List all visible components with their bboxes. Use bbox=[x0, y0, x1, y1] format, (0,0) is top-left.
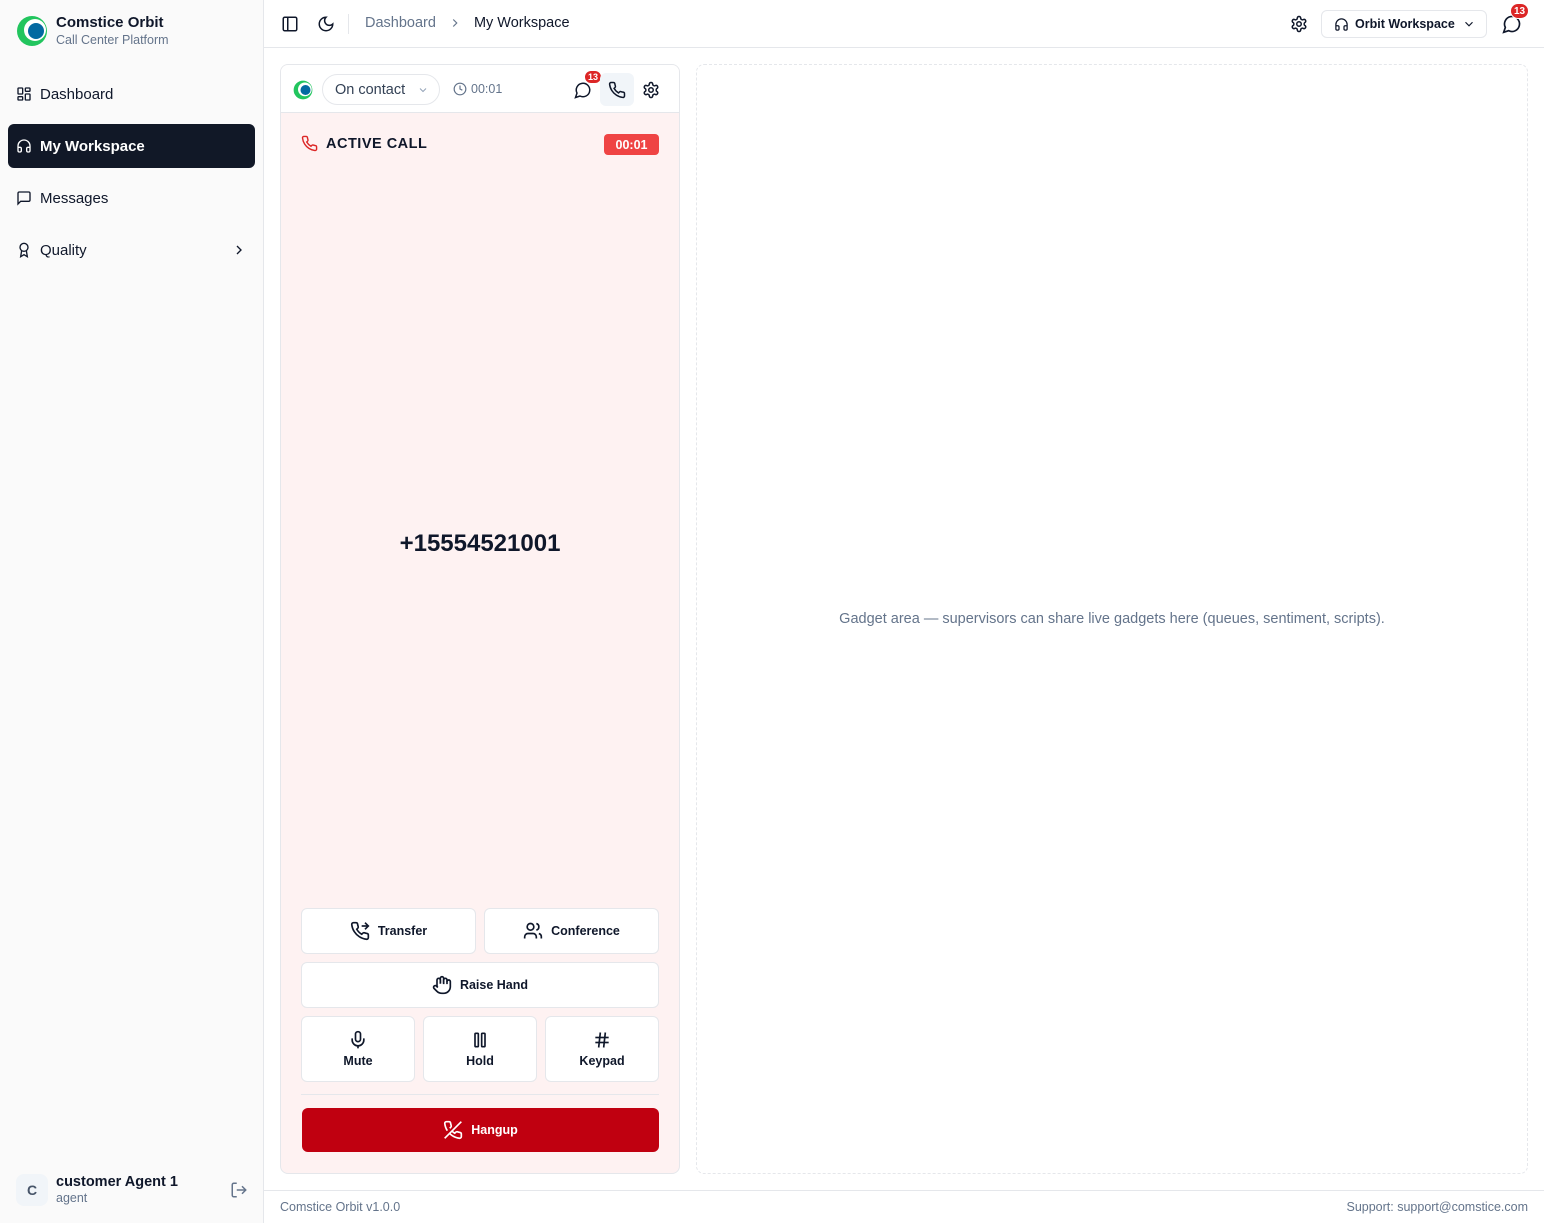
hand-icon bbox=[432, 975, 452, 995]
user-profile: C customer Agent 1 agent bbox=[16, 1173, 248, 1207]
sidebar-item-quality[interactable]: Quality bbox=[8, 228, 255, 272]
users-icon bbox=[523, 921, 543, 941]
footer: Comstice Orbit v1.0.0 Support: support@c… bbox=[264, 1190, 1544, 1223]
message-square-icon bbox=[16, 190, 32, 206]
agent-status-value: On contact bbox=[335, 81, 406, 98]
sidebar-item-my-workspace[interactable]: My Workspace bbox=[8, 124, 255, 168]
sidebar-item-label: Messages bbox=[40, 189, 109, 207]
phone-off-icon bbox=[443, 1120, 463, 1140]
sidebar-nav: Dashboard My Workspace Messages Quality bbox=[8, 72, 255, 280]
notification-count-badge: 13 bbox=[1510, 3, 1530, 19]
divider bbox=[348, 14, 349, 34]
keypad-button[interactable]: Keypad bbox=[545, 1016, 659, 1082]
layout-grid-icon bbox=[16, 86, 32, 102]
headphones-icon bbox=[16, 138, 32, 154]
pause-icon bbox=[470, 1030, 490, 1050]
softphone-panel: On contact 00:01 13 ACTIVE CALL 00:01 +1… bbox=[280, 64, 680, 1174]
status-timer: 00:01 bbox=[453, 82, 502, 96]
active-call-title: ACTIVE CALL bbox=[326, 135, 428, 152]
mute-label: Mute bbox=[343, 1054, 373, 1068]
brand-title: Comstice Orbit bbox=[56, 14, 164, 31]
gadget-placeholder-text: Gadget area — supervisors can share live… bbox=[839, 611, 1385, 627]
clock-icon bbox=[453, 82, 467, 96]
softphone-settings-button[interactable] bbox=[634, 73, 668, 106]
phone-icon bbox=[301, 135, 318, 152]
hangup-button[interactable]: Hangup bbox=[302, 1108, 659, 1152]
status-timer-value: 00:01 bbox=[471, 82, 503, 96]
phone-forwarded-icon bbox=[350, 921, 370, 941]
user-name: customer Agent 1 bbox=[56, 1174, 178, 1190]
sidebar-item-label: Dashboard bbox=[40, 85, 114, 103]
sidebar-item-dashboard[interactable]: Dashboard bbox=[8, 72, 255, 116]
phone-icon bbox=[608, 81, 626, 99]
breadcrumb: Dashboard My Workspace bbox=[365, 15, 570, 31]
chevron-right-icon bbox=[448, 16, 462, 30]
user-role: agent bbox=[56, 1191, 88, 1205]
sidebar-item-messages[interactable]: Messages bbox=[8, 176, 255, 220]
avatar[interactable]: C bbox=[16, 1174, 48, 1206]
conference-label: Conference bbox=[551, 924, 620, 938]
sidebar: Comstice Orbit Call Center Platform Dash… bbox=[0, 0, 264, 1223]
award-icon bbox=[16, 242, 32, 258]
hold-button[interactable]: Hold bbox=[423, 1016, 537, 1082]
logout-icon[interactable] bbox=[230, 1181, 248, 1199]
divider bbox=[301, 1094, 659, 1095]
sidebar-item-label: My Workspace bbox=[40, 137, 145, 155]
comstice-logo-icon bbox=[16, 15, 48, 47]
microphone-icon bbox=[348, 1030, 368, 1050]
comstice-logo-icon bbox=[293, 80, 313, 100]
workspace-switcher-label: Orbit Workspace bbox=[1355, 17, 1455, 31]
hangup-label: Hangup bbox=[471, 1123, 518, 1137]
chevron-down-icon bbox=[1462, 17, 1476, 31]
active-call-header: ACTIVE CALL bbox=[301, 135, 427, 152]
mute-button[interactable]: Mute bbox=[301, 1016, 415, 1082]
breadcrumb-current: My Workspace bbox=[473, 15, 570, 31]
conference-button[interactable]: Conference bbox=[484, 908, 659, 954]
transfer-button[interactable]: Transfer bbox=[301, 908, 476, 954]
workspace-switcher-button[interactable]: Orbit Workspace bbox=[1321, 10, 1487, 38]
raise-hand-button[interactable]: Raise Hand bbox=[301, 962, 659, 1008]
support-contact[interactable]: Support: support@comstice.com bbox=[1346, 1200, 1528, 1214]
settings-gear-icon[interactable] bbox=[1290, 15, 1308, 33]
call-timer-badge: 00:01 bbox=[604, 134, 659, 155]
hash-icon bbox=[592, 1030, 612, 1050]
gear-icon bbox=[642, 81, 660, 99]
agent-status-select[interactable]: On contact bbox=[322, 74, 440, 105]
sidebar-item-label: Quality bbox=[40, 241, 87, 259]
brand[interactable]: Comstice Orbit Call Center Platform bbox=[16, 14, 169, 48]
app-version: Comstice Orbit v1.0.0 bbox=[280, 1200, 401, 1214]
headphones-icon bbox=[1334, 17, 1349, 32]
phone-tab-button[interactable] bbox=[600, 73, 634, 106]
topbar: Dashboard My Workspace Orbit Workspace 1… bbox=[264, 0, 1544, 48]
sidebar-toggle-icon[interactable] bbox=[281, 15, 299, 33]
raise-hand-label: Raise Hand bbox=[459, 978, 529, 992]
chevron-right-icon bbox=[231, 242, 247, 258]
transfer-label: Transfer bbox=[377, 924, 428, 938]
breadcrumb-dashboard[interactable]: Dashboard bbox=[365, 15, 436, 31]
chevron-down-icon bbox=[417, 84, 429, 96]
caller-phone-number: +15554521001 bbox=[399, 530, 561, 557]
brand-subtitle: Call Center Platform bbox=[56, 33, 169, 47]
gadget-area: Gadget area — supervisors can share live… bbox=[696, 64, 1528, 1174]
softphone-header: On contact 00:01 13 bbox=[281, 65, 679, 113]
moon-icon[interactable] bbox=[317, 15, 335, 33]
keypad-label: Keypad bbox=[579, 1054, 625, 1068]
hold-label: Hold bbox=[466, 1054, 494, 1068]
